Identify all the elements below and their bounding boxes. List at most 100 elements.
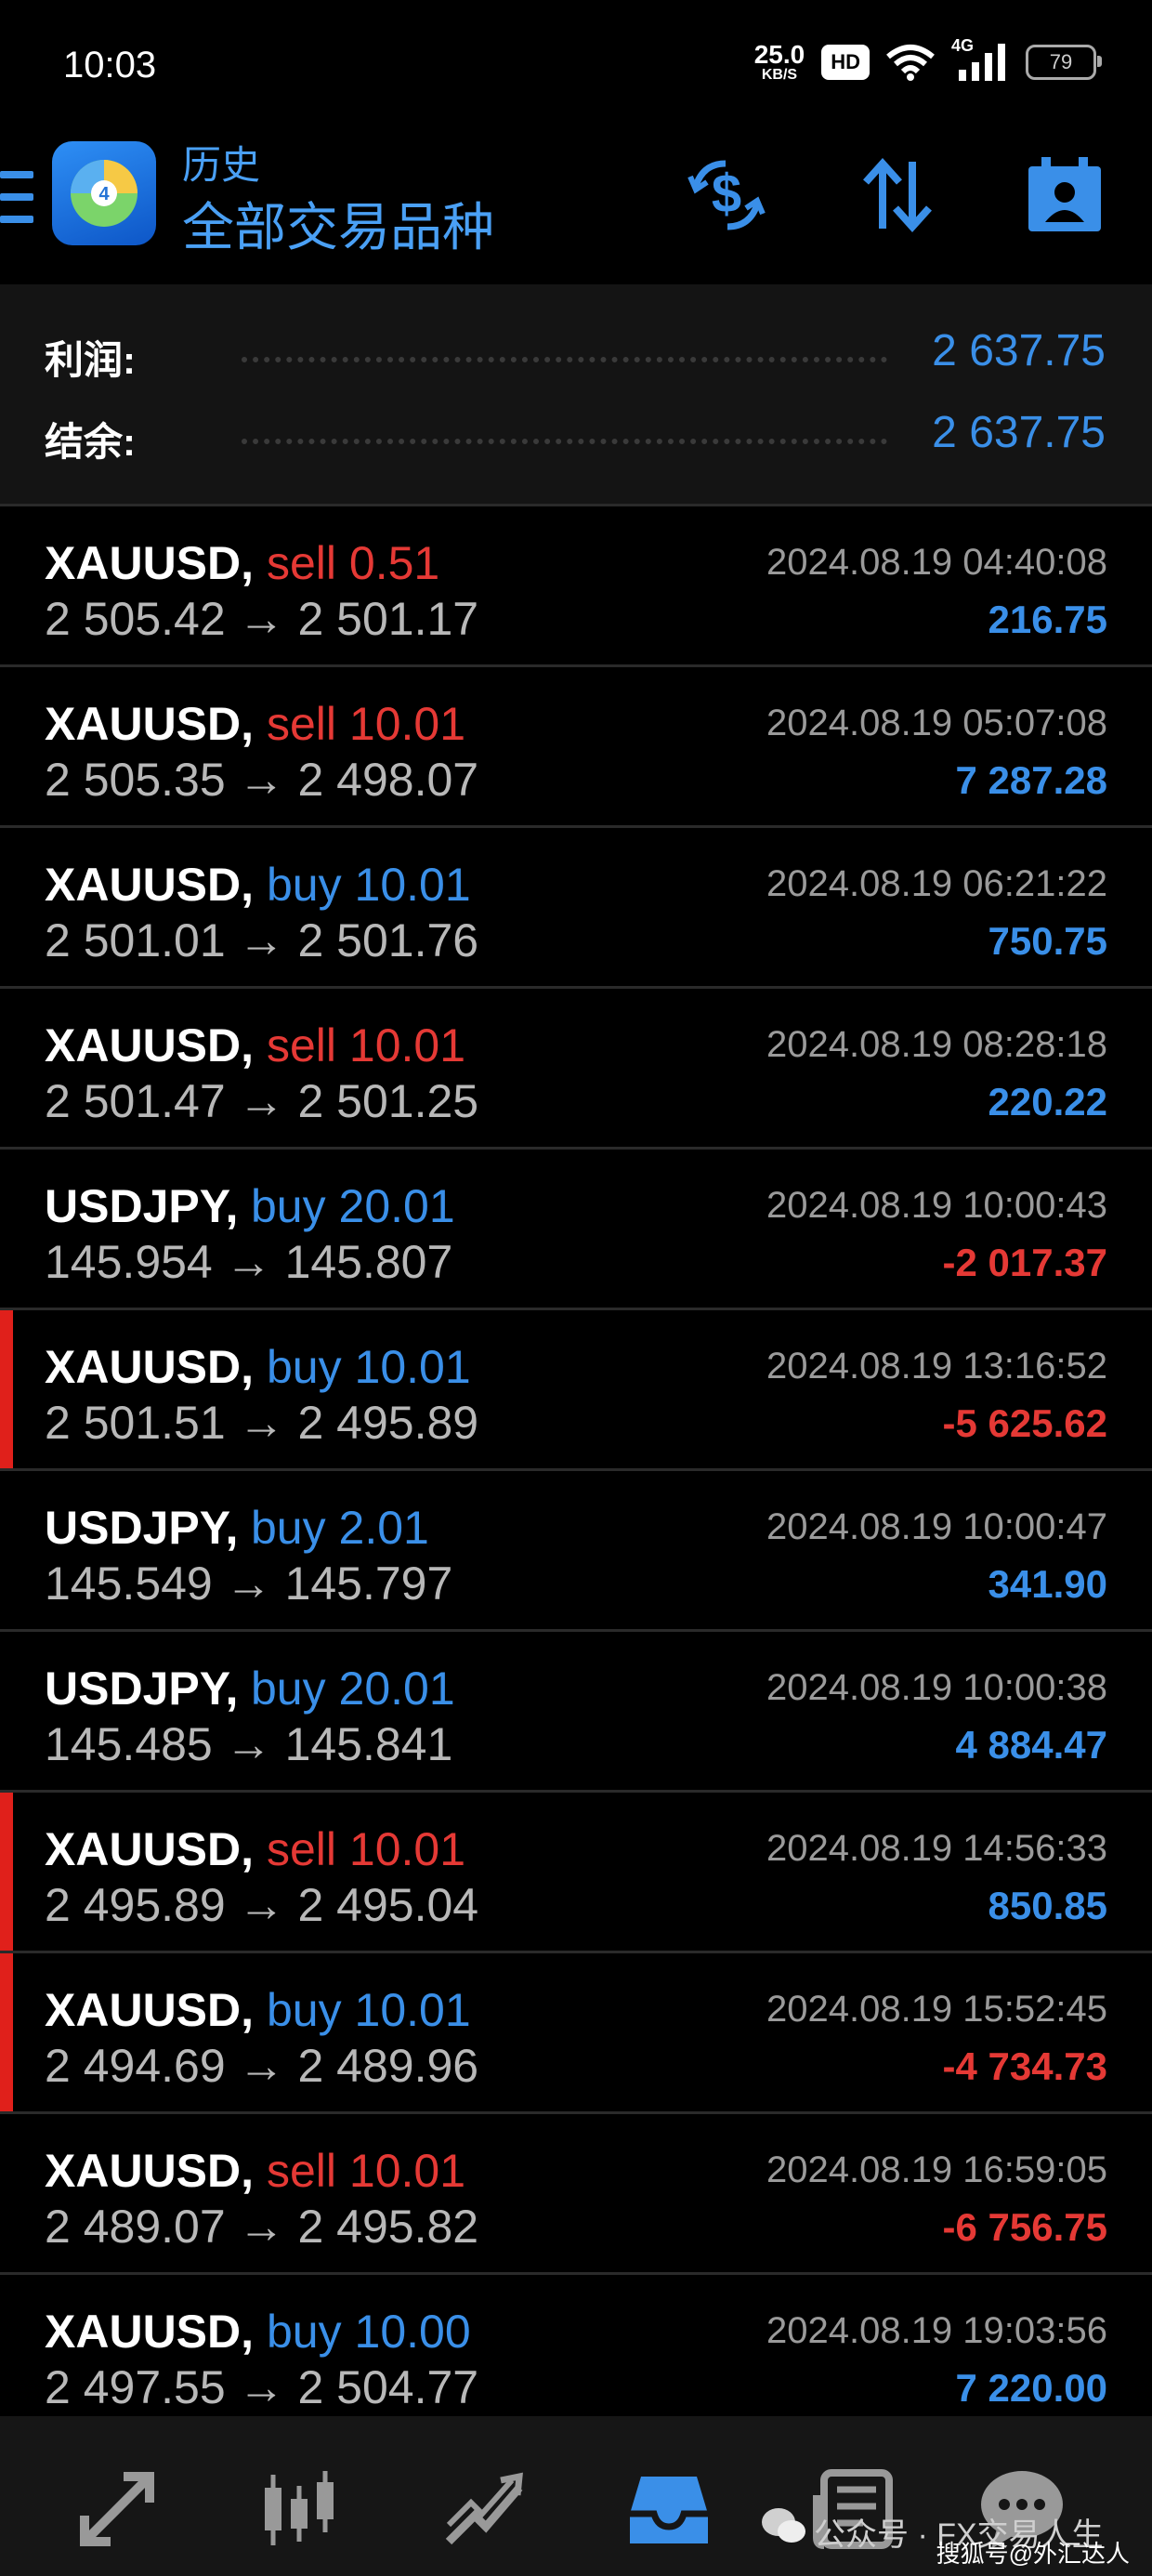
trade-profit: -2 017.37 — [942, 1241, 1107, 1284]
trade-prices: 2 505.42 → 2 501.17 — [45, 592, 478, 646]
trade-time: 2024.08.19 05:07:08 — [766, 703, 1107, 743]
arrow-icon: → — [238, 2361, 285, 2413]
trade-side: sell 10.01 — [267, 1019, 466, 1071]
trade-time: 2024.08.19 10:00:47 — [766, 1506, 1107, 1547]
status-time: 10:03 — [63, 45, 157, 85]
trade-profit: -4 734.73 — [942, 2044, 1107, 2088]
close-price: 2 501.17 — [297, 593, 479, 645]
balance-value: 2 637.75 — [932, 408, 1106, 457]
arrow-icon: → — [238, 1397, 285, 1449]
close-price: 145.841 — [284, 1718, 453, 1770]
app-header: 4 历史 全部交易品种 $ — [0, 130, 1152, 284]
arrow-icon: → — [238, 593, 285, 645]
arrow-icon: → — [238, 2040, 285, 2092]
status-icons: 25.0 KB/S HD 4G 79 — [754, 36, 1102, 87]
summary-panel: 利润: 2 637.75 结余: 2 637.75 — [0, 284, 1152, 504]
trade-row[interactable]: USDJPY, buy 20.01 145.485 → 145.841 2024.08… — [0, 1629, 1152, 1790]
trade-marker — [0, 1953, 13, 2111]
arrow-icon: → — [225, 1236, 272, 1288]
trade-symbol: XAUUSD, — [45, 1984, 255, 2036]
open-price: 2 501.47 — [45, 1075, 226, 1127]
trade-profit: 750.75 — [988, 919, 1107, 963]
open-price: 2 505.35 — [45, 754, 226, 806]
trade-row[interactable]: XAUUSD, sell 0.51 2 505.42 → 2 501.17 2024.… — [0, 504, 1152, 664]
trade-marker — [0, 1310, 13, 1468]
trade-profit: -5 625.62 — [942, 1401, 1107, 1445]
trade-profit: 216.75 — [988, 598, 1107, 641]
network-speed: 25.0 KB/S — [754, 42, 805, 83]
chart-icon[interactable] — [253, 2463, 346, 2556]
trade-icon[interactable] — [439, 2463, 531, 2556]
trade-side: sell 10.01 — [267, 1823, 466, 1875]
battery-icon: 79 — [1026, 45, 1102, 80]
wechat-icon — [762, 2508, 805, 2543]
trade-prices: 2 505.35 → 2 498.07 — [45, 753, 478, 807]
trade-prices: 2 497.55 → 2 504.77 — [45, 2360, 478, 2414]
trade-profit: 850.85 — [988, 1884, 1107, 1927]
profit-value: 2 637.75 — [932, 326, 1106, 375]
close-price: 2 501.25 — [297, 1075, 479, 1127]
trade-side: buy 10.01 — [267, 1341, 471, 1393]
open-price: 2 494.69 — [45, 2040, 226, 2092]
trade-profit: 7 287.28 — [955, 758, 1108, 802]
trade-row[interactable]: XAUUSD, sell 10.01 2 505.35 → 2 498.07 2024… — [0, 664, 1152, 825]
trade-time: 2024.08.19 14:56:33 — [766, 1828, 1107, 1869]
trade-row[interactable]: XAUUSD, buy 10.01 2 494.69 → 2 489.96 2024.… — [0, 1951, 1152, 2111]
trade-row[interactable]: XAUUSD, sell 10.01 2 489.07 → 2 495.82 2024… — [0, 2111, 1152, 2272]
trade-symbol: XAUUSD, — [45, 2145, 255, 2197]
trade-profit: 220.22 — [988, 1080, 1107, 1124]
trade-row[interactable]: USDJPY, buy 20.01 145.954 → 145.807 2024.08… — [0, 1147, 1152, 1308]
menu-icon[interactable] — [0, 171, 33, 223]
close-price: 2 504.77 — [297, 2361, 479, 2413]
trade-prices: 2 501.51 → 2 495.89 — [45, 1396, 478, 1450]
arrow-icon: → — [238, 2201, 285, 2253]
open-price: 2 505.42 — [45, 593, 226, 645]
trade-list: XAUUSD, sell 0.51 2 505.42 → 2 501.17 2024.… — [0, 504, 1152, 2433]
trade-symbol: XAUUSD, — [45, 859, 255, 911]
dollar-cycle-icon[interactable]: $ — [682, 151, 771, 240]
arrow-icon: → — [238, 914, 285, 966]
close-price: 2 495.82 — [297, 2201, 479, 2253]
network-speed-unit: KB/S — [761, 67, 798, 83]
profit-label: 利润: — [45, 338, 136, 382]
open-price: 2 495.89 — [45, 1879, 226, 1931]
trade-time: 2024.08.19 10:00:43 — [766, 1185, 1107, 1226]
svg-text:4: 4 — [98, 184, 110, 204]
sohu-watermark: 搜狐号@外汇达人 — [936, 2540, 1130, 2568]
trade-time: 2024.08.19 08:28:18 — [766, 1024, 1107, 1065]
arrow-icon: → — [238, 754, 285, 806]
trade-prices: 2 501.47 → 2 501.25 — [45, 1074, 478, 1128]
trade-profit: 341.90 — [988, 1562, 1107, 1606]
trade-side: sell 10.01 — [267, 698, 466, 750]
trade-time: 2024.08.19 16:59:05 — [766, 2149, 1107, 2190]
sort-icon[interactable] — [853, 151, 942, 240]
close-price: 2 501.76 — [297, 914, 479, 966]
trade-row[interactable]: XAUUSD, buy 10.01 2 501.01 → 2 501.76 2024.… — [0, 825, 1152, 986]
open-price: 2 497.55 — [45, 2361, 226, 2413]
network-speed-value: 25.0 — [753, 40, 805, 69]
trade-time: 2024.08.19 06:21:22 — [766, 863, 1107, 904]
quotes-icon[interactable] — [71, 2463, 164, 2556]
trade-prices: 2 495.89 → 2 495.04 — [45, 1878, 478, 1932]
balance-row: 结余: 2 637.75 — [0, 403, 1152, 468]
history-icon[interactable] — [622, 2463, 715, 2556]
open-price: 2 501.01 — [45, 914, 226, 966]
trade-time: 2024.08.19 13:16:52 — [766, 1346, 1107, 1387]
calendar-user-icon[interactable] — [1020, 151, 1109, 240]
trade-side: buy 10.00 — [267, 2306, 471, 2358]
dotted-leader — [242, 357, 887, 362]
trade-row[interactable]: USDJPY, buy 2.01 145.549 → 145.797 2024.08.… — [0, 1468, 1152, 1629]
symbol-filter[interactable]: 全部交易品种 — [182, 186, 494, 261]
trade-row[interactable]: XAUUSD, sell 10.01 2 501.47 → 2 501.25 2024… — [0, 986, 1152, 1147]
open-price: 2 489.07 — [45, 2201, 226, 2253]
trade-row[interactable]: XAUUSD, sell 10.01 2 495.89 → 2 495.04 2024… — [0, 1790, 1152, 1951]
trade-row[interactable]: XAUUSD, buy 10.01 2 501.51 → 2 495.89 2024.… — [0, 1308, 1152, 1468]
trade-prices: 145.954 → 145.807 — [45, 1235, 452, 1289]
trade-symbol: XAUUSD, — [45, 537, 255, 589]
close-price: 145.797 — [284, 1557, 453, 1610]
trade-symbol: USDJPY, — [45, 1180, 239, 1232]
trade-time: 2024.08.19 19:03:56 — [766, 2310, 1107, 2351]
arrow-icon: → — [238, 1879, 285, 1931]
trade-row[interactable]: XAUUSD, buy 10.00 2 497.55 → 2 504.77 2024.… — [0, 2272, 1152, 2433]
trade-symbol: XAUUSD, — [45, 1341, 255, 1393]
